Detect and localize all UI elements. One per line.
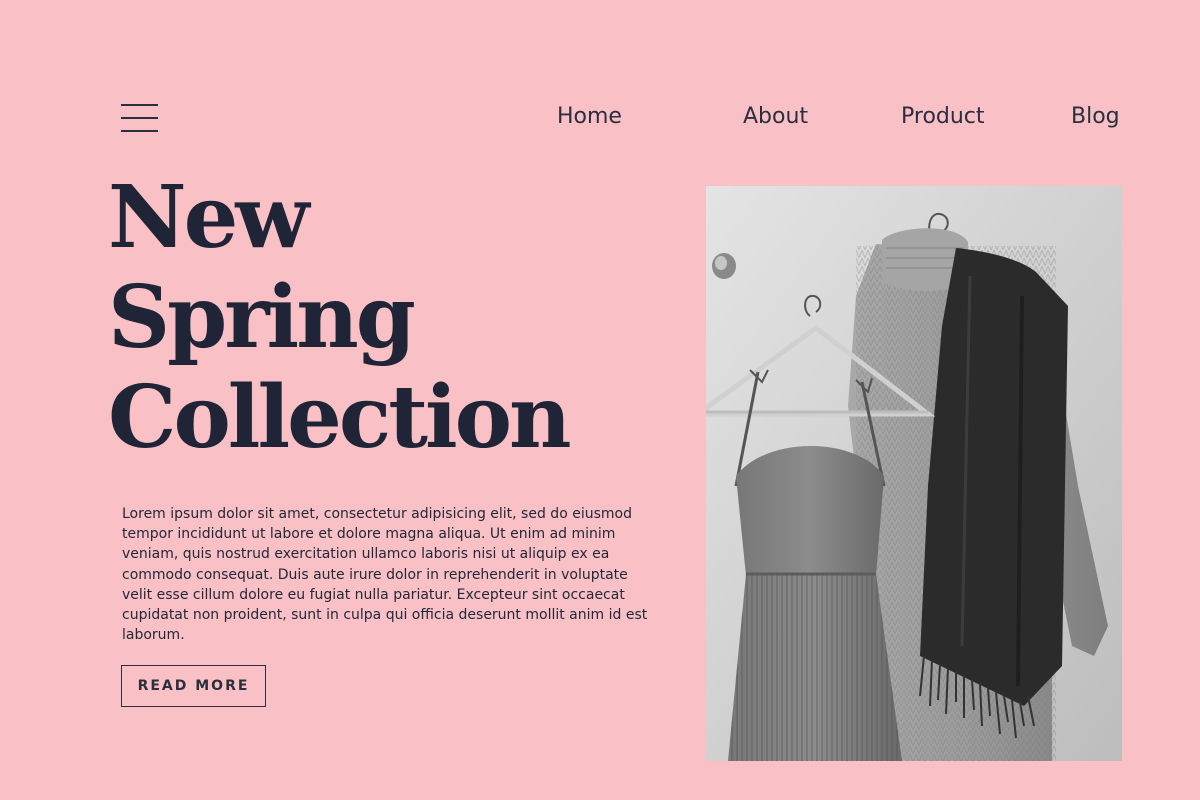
hero-title-line: New <box>108 167 309 268</box>
menu-icon-line <box>121 104 158 106</box>
hero-title: New Spring Collection <box>108 167 572 468</box>
hero-description: Lorem ipsum dolor sit amet, consectetur … <box>122 506 648 644</box>
menu-icon-line <box>121 117 158 119</box>
read-more-button[interactable]: READ MORE <box>121 665 266 707</box>
hamburger-menu-icon[interactable] <box>121 103 158 133</box>
nav-link-about[interactable]: About <box>743 103 808 131</box>
nav-link-blog[interactable]: Blog <box>1071 103 1120 131</box>
hero-title-line: Spring <box>108 267 416 368</box>
nav-link-home[interactable]: Home <box>557 103 622 131</box>
hero-title-line: Collection <box>108 367 572 468</box>
menu-icon-line <box>121 130 158 132</box>
clothing-photo <box>706 186 1122 761</box>
nav-link-product[interactable]: Product <box>901 103 985 131</box>
